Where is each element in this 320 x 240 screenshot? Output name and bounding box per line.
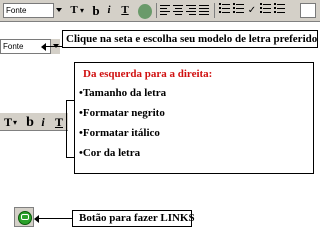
callout-arrow-head bbox=[41, 43, 46, 51]
bracket-line bbox=[66, 100, 67, 158]
align-right-icon[interactable] bbox=[186, 5, 196, 16]
list-item: •Formatar itálico bbox=[79, 127, 160, 139]
list-item: •Tamanho da letra bbox=[79, 87, 167, 99]
font-color-button[interactable]: T bbox=[52, 115, 66, 130]
bold-button[interactable]: b bbox=[90, 3, 102, 18]
font-size-dropdown-icon[interactable]: ▾ bbox=[12, 115, 18, 130]
formatting-toolbar: Fonte T ▾ b i T ✓ bbox=[0, 0, 320, 22]
numbered-list-icon[interactable] bbox=[219, 3, 230, 17]
italic-button[interactable]: i bbox=[38, 115, 48, 130]
list-item: •Cor da letra bbox=[79, 147, 141, 159]
hyperlink-icon[interactable] bbox=[138, 4, 152, 19]
panel-title: Da esquerda para a direita: bbox=[83, 68, 213, 80]
toolbar-separator bbox=[214, 3, 215, 18]
toolbar-separator bbox=[156, 3, 157, 18]
font-color-button[interactable]: T bbox=[118, 3, 132, 18]
link-callout: Botão para fazer LINKS bbox=[72, 210, 195, 227]
increase-indent-icon[interactable] bbox=[274, 3, 285, 17]
info-panel: Da esquerda para a direita: •Tamanho da … bbox=[74, 62, 314, 174]
bracket-line bbox=[66, 157, 74, 158]
font-dropdown-arrow-icon[interactable] bbox=[53, 3, 63, 18]
decrease-indent-icon[interactable] bbox=[260, 3, 271, 17]
side-formatting-toolbar: T ▾ b i T bbox=[0, 112, 68, 131]
link-arrow-head bbox=[34, 215, 39, 223]
bold-button[interactable]: b bbox=[24, 115, 36, 130]
font-callout: Clique na seta e escolha seu modelo de l… bbox=[62, 30, 318, 48]
callout-arrow bbox=[44, 46, 62, 47]
italic-button[interactable]: i bbox=[104, 3, 114, 18]
bullet-list-icon[interactable] bbox=[233, 3, 244, 17]
font-size-dropdown-icon[interactable]: ▾ bbox=[79, 3, 85, 18]
spell-check-icon[interactable]: ✓ bbox=[246, 3, 258, 18]
align-center-icon[interactable] bbox=[173, 5, 183, 16]
list-item: •Formatar negrito bbox=[79, 107, 165, 119]
link-arrow bbox=[36, 218, 72, 219]
bracket-line bbox=[66, 100, 74, 101]
align-justify-icon[interactable] bbox=[199, 5, 209, 16]
link-icon[interactable] bbox=[14, 207, 34, 227]
toolbar-extra-button[interactable] bbox=[300, 3, 316, 18]
align-left-icon[interactable] bbox=[160, 5, 170, 16]
